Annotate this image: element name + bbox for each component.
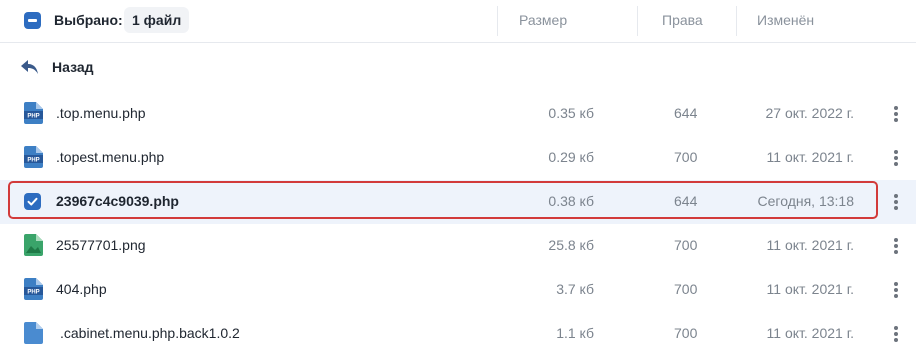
- php-file-icon: PHP: [24, 146, 43, 168]
- file-size: 3.7 кб: [556, 281, 594, 297]
- image-file-icon: [24, 234, 43, 256]
- file-row[interactable]: PHP 404.php 3.7 кб 700 11 окт. 2021 г.: [0, 268, 916, 312]
- column-header-modified[interactable]: Изменён: [757, 12, 814, 28]
- file-row[interactable]: PHP .top.menu.php 0.35 кб 644 27 окт. 2022 г…: [0, 92, 916, 136]
- column-header-size[interactable]: Размер: [519, 12, 567, 28]
- file-size: 1.1 кб: [556, 325, 594, 341]
- file-name[interactable]: 404.php: [56, 281, 107, 297]
- file-modified-date: 11 окт. 2021 г.: [766, 149, 854, 165]
- more-actions-icon[interactable]: [890, 280, 902, 300]
- file-row[interactable]: 25577701.png 25.8 кб 700 11 окт. 2021 г.: [0, 224, 916, 268]
- file-name[interactable]: 25577701.png: [56, 237, 146, 253]
- svg-text:PHP: PHP: [27, 158, 39, 164]
- file-name[interactable]: .top.menu.php: [56, 105, 146, 121]
- file-permissions[interactable]: 700: [674, 149, 697, 165]
- file-row[interactable]: .cabinet.menu.php.back1.0.2 1.1 кб 700 11 о…: [0, 312, 916, 356]
- selection-header: Выбрано: 1 файл Размер Права Изменён: [0, 0, 916, 43]
- more-actions-icon[interactable]: [890, 324, 902, 344]
- file-size: 0.35 кб: [548, 105, 594, 121]
- file-permissions[interactable]: 700: [674, 237, 697, 253]
- svg-text:PHP: PHP: [27, 114, 39, 120]
- back-label: Назад: [52, 59, 94, 75]
- more-actions-icon[interactable]: [890, 148, 902, 168]
- file-modified-date: 11 окт. 2021 г.: [766, 325, 854, 341]
- file-modified-date: 11 окт. 2021 г.: [766, 237, 854, 253]
- deselect-all-checkbox-icon[interactable]: [24, 12, 41, 29]
- file-size: 25.8 кб: [548, 237, 594, 253]
- more-actions-icon[interactable]: [890, 192, 902, 212]
- file-modified-date: 11 окт. 2021 г.: [766, 281, 854, 297]
- php-file-icon: PHP: [24, 102, 43, 124]
- file-size: 0.29 кб: [548, 149, 594, 165]
- column-divider[interactable]: [736, 6, 737, 36]
- php-file-icon: PHP: [24, 278, 43, 300]
- back-arrow-icon: [21, 60, 38, 74]
- svg-text:PHP: PHP: [27, 290, 39, 296]
- file-permissions[interactable]: 644: [674, 105, 697, 121]
- selected-label: Выбрано:: [54, 12, 123, 28]
- file-name[interactable]: .cabinet.menu.php.back1.0.2: [60, 325, 240, 341]
- selected-count-badge: 1 файл: [124, 7, 190, 33]
- file-permissions[interactable]: 700: [674, 281, 697, 297]
- column-divider[interactable]: [637, 6, 638, 36]
- generic-file-icon: [24, 322, 43, 344]
- more-actions-icon[interactable]: [890, 236, 902, 256]
- file-permissions[interactable]: 700: [674, 325, 697, 341]
- selected-row-highlight: [8, 181, 878, 219]
- file-modified-date: 27 окт. 2022 г.: [765, 105, 855, 121]
- column-divider[interactable]: [497, 6, 498, 36]
- back-row[interactable]: Назад: [0, 44, 916, 90]
- more-actions-icon[interactable]: [890, 104, 902, 124]
- file-row[interactable]: PHP .topest.menu.php 0.29 кб 700 11 окт. 202…: [0, 136, 916, 180]
- column-header-perms[interactable]: Права: [662, 12, 703, 28]
- file-name[interactable]: .topest.menu.php: [56, 149, 164, 165]
